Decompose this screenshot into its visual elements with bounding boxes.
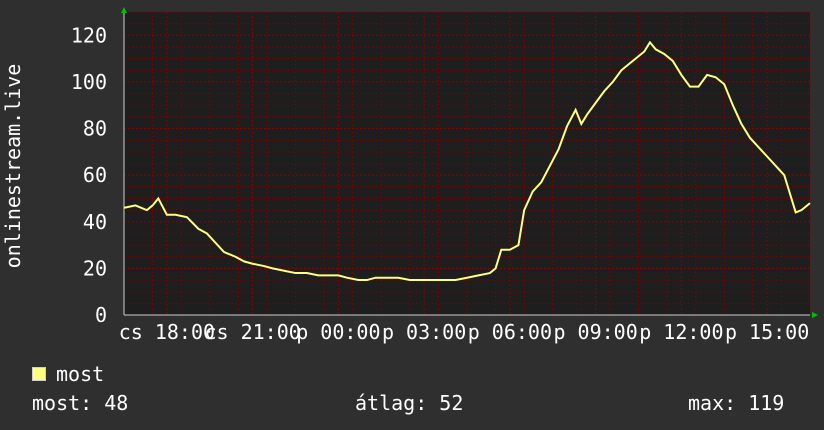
x-tick-label: cs 18:00 [119,320,215,344]
legend-label-most: most [56,362,105,386]
rrd-graph: 0 20 40 60 80 100 120 cs 18:00 cs 21:00 p 00:00 p … [0,0,824,430]
y-tick-label: 100 [71,70,107,94]
traffic-chart: 020406080100120cs 18:00cs 21:00p 00:00 p … [1,7,818,344]
legend-swatch-most [32,367,46,381]
y-tick-label: 40 [83,210,107,234]
x-tick-label: p 03:00 [382,320,466,344]
x-tick-label: p 12:00 [639,320,723,344]
y-tick-label: 60 [83,163,107,187]
x-tick-label: p 09:00 [553,320,637,344]
y-tick-label: 120 [71,23,107,47]
y-tick-label: 20 [83,256,107,280]
x-tick-label: p 06:00 [468,320,552,344]
y-tick-label: 0 [95,303,107,327]
x-tick-label: cs 21:00 [204,320,300,344]
x-tick-label: p 00:00 [296,320,380,344]
current-value-text: most: 48 [32,391,129,415]
y-tick-label: 80 [83,117,107,141]
y-axis-arrow [121,7,127,13]
max-value-text: max: 119 [688,391,785,415]
average-value-text: átlag: 52 [355,391,464,415]
x-tick-label: p 15:00 [725,320,809,344]
y-axis-label: onlinestream.live [1,64,25,269]
chart-legend: most [32,362,104,386]
chart-plot-area [124,12,810,315]
x-axis-arrow [812,312,818,318]
